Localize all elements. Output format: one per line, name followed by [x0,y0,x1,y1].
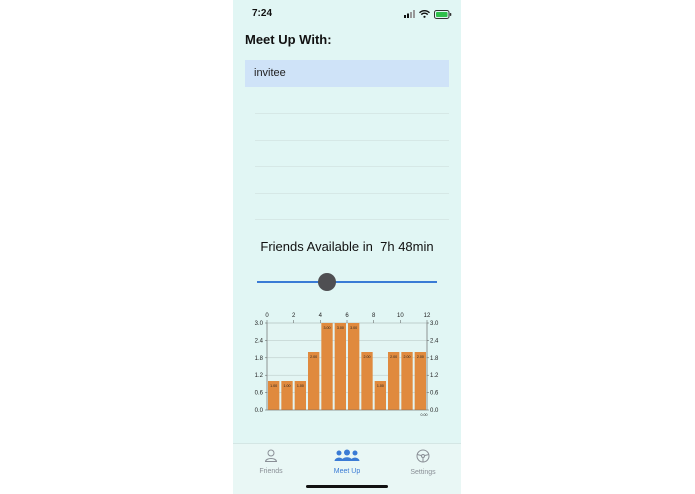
list-separator [255,140,449,141]
bar-value-label: 2.00 [404,355,411,359]
y-tick-label-right: 2.4 [430,338,439,344]
bar [414,352,426,410]
tab-friends[interactable]: Friends [241,449,301,475]
y-tick-label-right: 1.8 [430,356,439,362]
tab-settings[interactable]: Settings [393,449,453,476]
bar-value-label: 3.00 [324,326,331,330]
invitee-label: invitee [254,67,286,79]
wifi-icon [419,10,430,18]
time-slider[interactable] [257,281,437,283]
x-tick-label: 8 [372,313,376,319]
y-tick-label: 2.4 [255,338,264,344]
x-tick-label: 2 [292,313,296,319]
y-tick-label: 3.0 [255,321,264,327]
y-tick-label-right: 1.2 [430,373,439,379]
tab-label: Friends [259,468,283,475]
bar-value-label: 1.00 [377,384,384,388]
y-tick-label: 1.8 [255,356,264,362]
battery-icon [434,9,452,19]
invitee-list-item[interactable]: invitee [245,60,449,87]
bar-value-label: 2.00 [364,355,371,359]
x-tick-label: 6 [345,313,349,319]
bar-value-label: 2.00 [390,355,397,359]
bar [388,352,400,410]
bar [321,323,333,410]
list-separator [255,193,449,194]
availability-chart: 0.0 0.00.6 0.61.2 1.21.8 1.82.4 2.43.0 3.00 2 4 6… [255,313,439,417]
y-tick-label: 0.6 [255,391,264,397]
x-tick-label: 12 [424,313,431,319]
bar-value-label: 2.00 [310,355,317,359]
availability-value: 7h 48min [380,239,434,254]
availability-text: Friends Available in 7h 48min [233,239,461,254]
y-tick-label-right: 0.6 [430,391,439,397]
page-title: Meet Up With: [245,32,332,47]
list-separator [255,166,449,167]
bar [361,352,373,410]
y-tick-label-right: 3.0 [430,321,439,327]
x-tick-label: 4 [319,313,323,319]
y-tick-label: 0.0 [255,408,264,414]
bar [348,323,360,410]
bar-value-label: 1.00 [284,384,291,388]
tab-label: Settings [410,469,436,476]
bar-value-label: 2.00 [417,355,424,359]
status-time: 7:24 [252,8,273,19]
person-icon [264,449,278,462]
bar [334,323,346,410]
phone-screen: 7:24 Meet Up With: invitee Friends Avail… [233,0,461,494]
corner-label: 0.00 [421,413,428,417]
list-separator [255,113,449,114]
status-icons [404,9,452,19]
tab-meet-up[interactable]: Meet Up [317,449,377,475]
x-tick-label: 0 [265,313,269,319]
group-icon [334,449,360,461]
bar-value-label: 3.00 [337,326,344,330]
x-tick-label: 10 [397,313,404,319]
signal-icon [404,10,415,18]
home-indicator [306,485,388,488]
bar-value-label: 1.00 [297,384,304,388]
slider-thumb[interactable] [318,273,336,291]
y-tick-label-right: 0.0 [430,408,439,414]
bar-value-label: 1.00 [270,384,277,388]
list-separator [255,219,449,220]
bar-value-label: 3.00 [350,326,357,330]
y-tick-label: 1.2 [255,373,264,379]
bar [308,352,320,410]
availability-label: Friends Available in [260,239,373,254]
steering-wheel-icon [416,449,430,463]
bar [401,352,413,410]
tab-label: Meet Up [333,468,361,475]
